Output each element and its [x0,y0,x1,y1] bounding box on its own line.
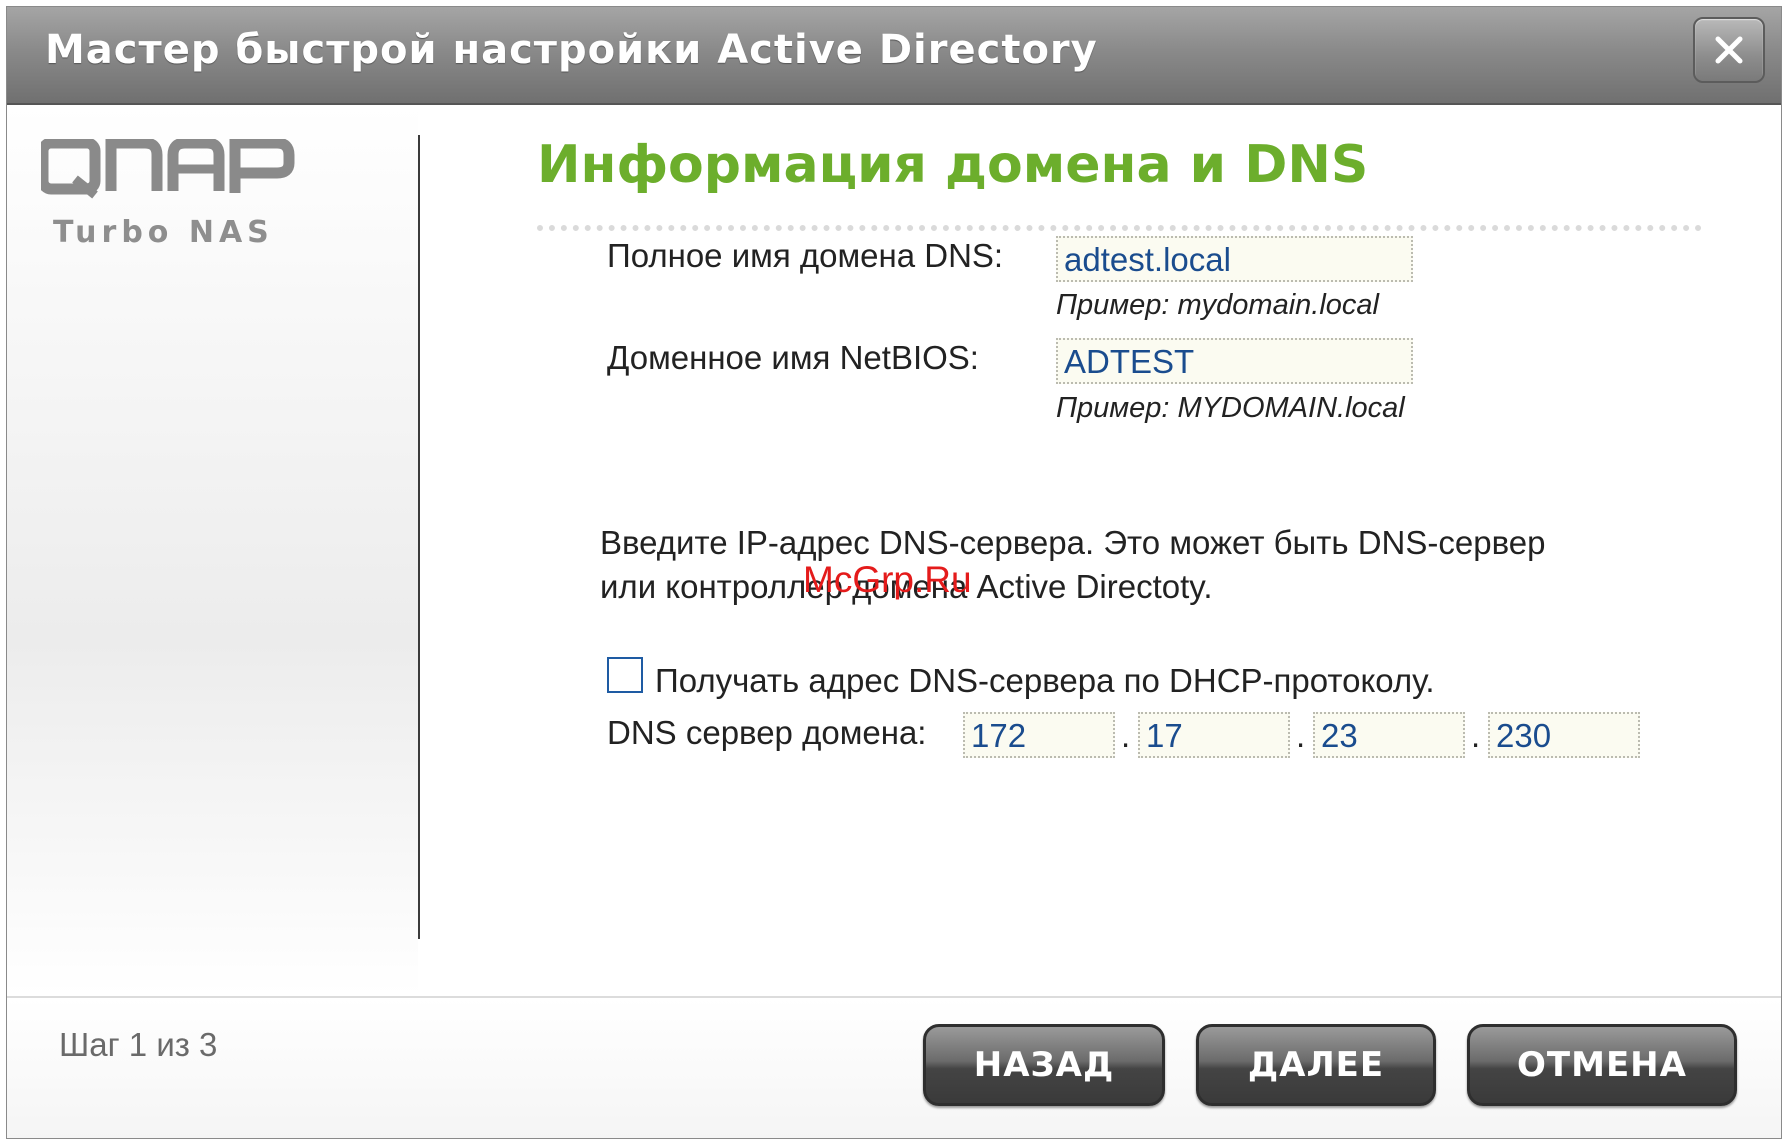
dns-ip-octet-2[interactable]: 17 [1138,712,1290,758]
wizard-footer: Шаг 1 из 3 НАЗАД ДАЛЕЕ ОТМЕНА [7,996,1781,1138]
qnap-logo-mark [37,137,295,199]
netbios-label: Доменное имя NetBIOS: [607,339,979,376]
dhcp-checkbox[interactable] [607,657,643,693]
netbios-example: Пример: MYDOMAIN.local [1056,392,1405,424]
wizard-content: Turbo NAS Информация домена и DNS Полное… [7,105,1781,996]
dns-ip-octet-3[interactable]: 23 [1313,712,1465,758]
back-button[interactable]: НАЗАД [923,1024,1165,1106]
qnap-logo: Turbo NAS [37,137,341,250]
dns-description-line1: Введите IP-адрес DNS-сервера. Это может … [600,524,1546,561]
title-bar: Мастер быстрой настройки Active Director… [7,7,1781,105]
ip-separator: . [1296,717,1306,754]
dns-domain-example: Пример: mydomain.local [1056,289,1379,321]
page-heading: Информация домена и DNS [537,135,1369,195]
logo-subtext: Turbo NAS [53,215,274,250]
dhcp-checkbox-label: Получать адрес DNS-сервера по DHCP-прото… [655,662,1435,699]
cancel-button[interactable]: ОТМЕНА [1467,1024,1737,1106]
dns-ip-octet-1[interactable]: 172 [963,712,1115,758]
close-button[interactable] [1693,17,1765,83]
wizard-dialog: Мастер быстрой настройки Active Director… [6,6,1782,1139]
ip-separator: . [1471,717,1481,754]
sidebar: Turbo NAS [7,105,418,996]
watermark: McGrp.Ru [803,559,972,600]
dns-ip-octet-4[interactable]: 230 [1488,712,1640,758]
dns-description: Введите IP-адрес DNS-сервера. Это может … [600,521,1680,609]
dns-domain-label: Полное имя домена DNS: [607,237,1004,274]
dns-server-label: DNS сервер домена: [607,714,927,751]
sidebar-divider [418,135,420,939]
step-indicator: Шаг 1 из 3 [59,1026,218,1063]
ip-separator: . [1121,717,1131,754]
next-button[interactable]: ДАЛЕЕ [1196,1024,1436,1106]
window-title: Мастер быстрой настройки Active Director… [45,27,1098,73]
close-icon [1715,36,1743,64]
dns-description-line2: или контроллер домена Active Directoty. [600,568,1213,605]
netbios-input[interactable]: ADTEST [1056,338,1413,384]
dns-domain-input[interactable]: adtest.local [1056,236,1413,282]
heading-separator [537,225,1702,231]
